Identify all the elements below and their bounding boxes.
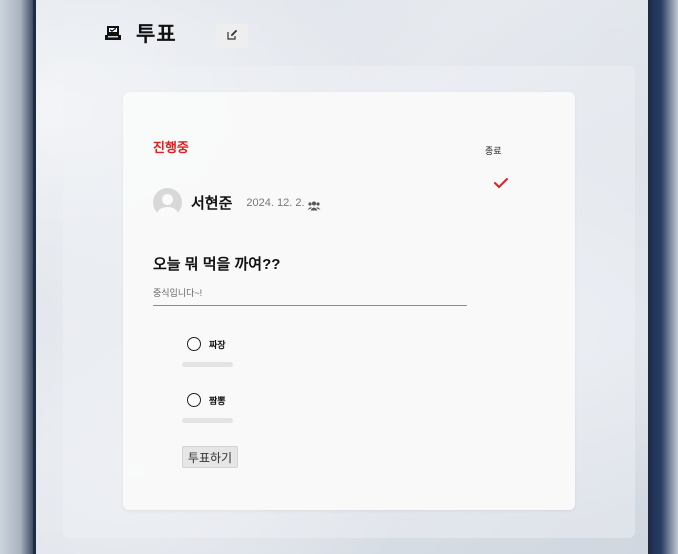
option-radio[interactable] <box>187 337 201 351</box>
ballot-box-icon <box>104 24 122 42</box>
end-poll-label[interactable]: 종료 <box>485 144 502 157</box>
page-header: 투표 <box>104 18 177 48</box>
author-name: 서현준 <box>191 195 233 212</box>
poll-question: 오늘 뭐 먹을 까여?? <box>153 256 281 273</box>
edit-icon <box>226 27 238 45</box>
option-label: 짬뽕 <box>209 395 226 406</box>
post-date: 2024. 12. 2. <box>246 196 305 209</box>
user-avatar-icon <box>153 188 182 217</box>
poll-status-badge: 진행중 <box>153 140 189 155</box>
vote-button[interactable]: 투표하기 <box>182 446 238 468</box>
option-progress-bar <box>182 418 233 423</box>
background-right-edge <box>650 0 678 554</box>
option-progress-bar <box>182 362 233 367</box>
poll-option[interactable]: 짬뽕 <box>187 393 226 407</box>
option-label: 짜장 <box>209 339 226 350</box>
background-left-edge <box>0 0 34 554</box>
poll-option[interactable]: 짜장 <box>187 337 226 351</box>
poll-description: 중식입니다~! <box>153 280 467 306</box>
option-radio[interactable] <box>187 393 201 407</box>
edit-button[interactable] <box>216 24 248 48</box>
group-icon[interactable] <box>307 198 321 210</box>
right-divider <box>648 0 651 554</box>
check-icon[interactable] <box>493 176 509 190</box>
page-title: 투표 <box>136 23 177 46</box>
author-row: 서현준 2024. 12. 2. <box>153 188 321 217</box>
